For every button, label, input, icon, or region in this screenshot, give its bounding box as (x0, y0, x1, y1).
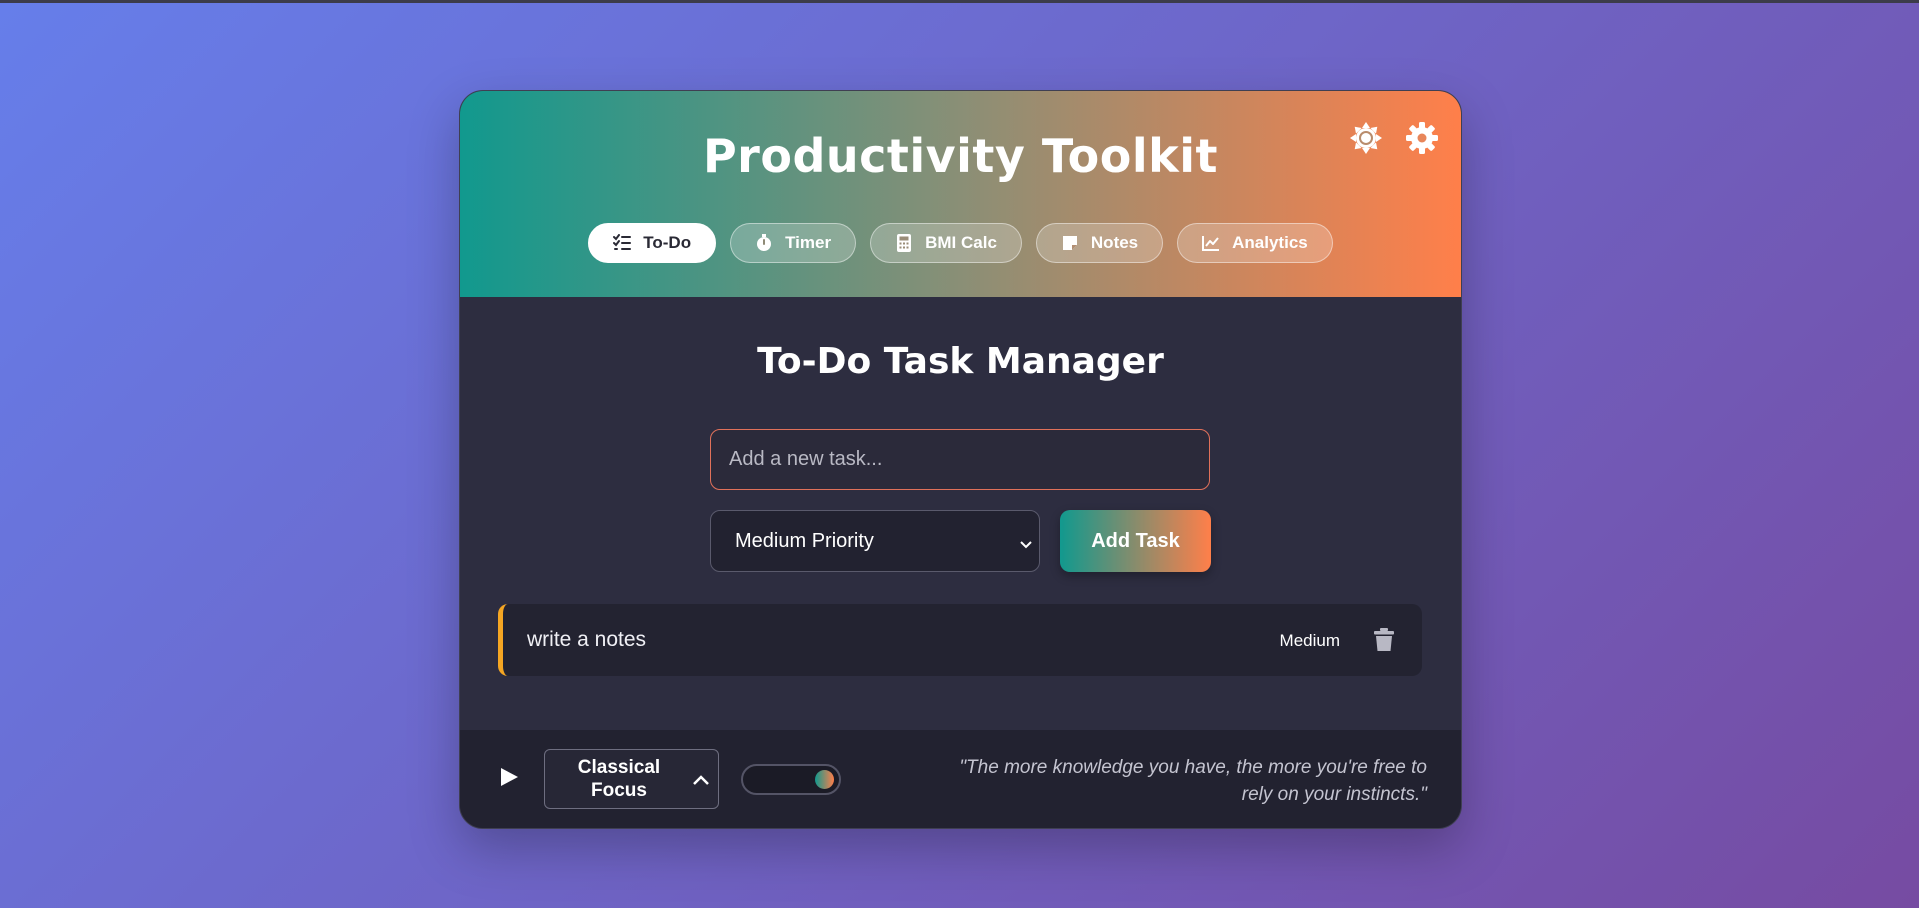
section-title: To-Do Task Manager (757, 341, 1164, 382)
tab-label: BMI Calc (925, 233, 997, 252)
tab-label: Notes (1090, 233, 1139, 252)
calculator-icon (895, 234, 913, 252)
header-actions (1347, 119, 1441, 157)
priority-select-value: Medium Priority (735, 529, 874, 552)
play-icon[interactable] (498, 766, 522, 790)
music-select[interactable]: Classical Focus (544, 749, 719, 809)
trash-icon[interactable] (1374, 628, 1394, 652)
app-header: Productivity Toolkit To-Do Timer BMI Cal… (460, 91, 1461, 297)
task-text: write a notes (527, 628, 647, 651)
quote-text: "The more knowledge you have, the more y… (959, 757, 1427, 805)
music-select-value: Classical Focus (577, 757, 661, 801)
tab-label: To-Do (643, 233, 692, 252)
priority-select[interactable]: Medium Priority (710, 510, 1040, 572)
window-top-border (0, 0, 1919, 3)
sticky-note-icon (1061, 234, 1079, 252)
toggle-knob (815, 770, 834, 789)
gear-icon[interactable] (1403, 119, 1441, 157)
tab-timer[interactable]: Timer (730, 223, 857, 263)
chevron-down-icon (1019, 533, 1033, 556)
add-task-button[interactable]: Add Task (1060, 510, 1211, 572)
tab-bar: To-Do Timer BMI Calc Notes Analytics (460, 223, 1461, 263)
tab-todo[interactable]: To-Do (588, 223, 717, 263)
chart-line-icon (1202, 234, 1220, 252)
checklist-icon (613, 234, 632, 252)
tab-label: Analytics (1232, 233, 1308, 252)
theme-toggle[interactable] (741, 764, 841, 795)
stopwatch-icon (755, 234, 773, 252)
task-priority-badge: Medium (1279, 631, 1340, 650)
new-task-input[interactable] (710, 429, 1210, 490)
tab-label: Timer (785, 233, 832, 252)
tab-analytics[interactable]: Analytics (1177, 223, 1333, 263)
footer-bar: Classical Focus "The more knowledge you … (460, 730, 1461, 828)
tab-bmi-calc[interactable]: BMI Calc (870, 223, 1022, 263)
chevron-up-icon (692, 770, 710, 792)
app-container: Productivity Toolkit To-Do Timer BMI Cal… (459, 90, 1462, 829)
app-title: Productivity Toolkit (702, 129, 1219, 183)
tab-notes[interactable]: Notes (1035, 223, 1164, 263)
brightness-icon[interactable] (1347, 119, 1385, 157)
task-item[interactable]: write a notes Medium (498, 604, 1422, 676)
